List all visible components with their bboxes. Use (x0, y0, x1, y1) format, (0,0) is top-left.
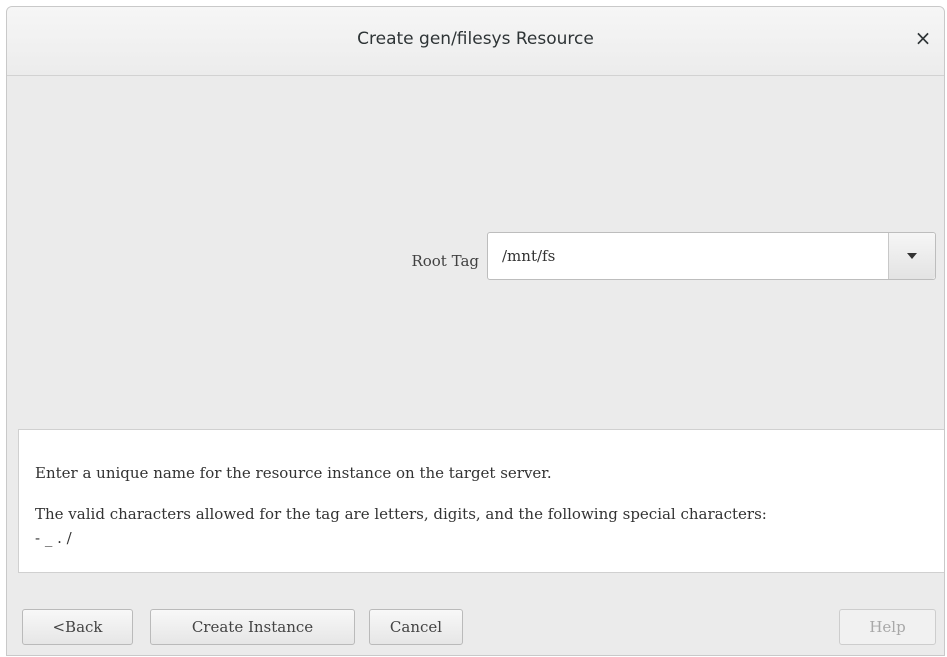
create-resource-dialog: Create gen/filesys Resource × Root Tag /… (6, 6, 945, 656)
help-button[interactable]: Help (839, 609, 936, 645)
create-instance-button[interactable]: Create Instance (150, 609, 355, 645)
title-bar: Create gen/filesys Resource × (7, 7, 944, 76)
back-button[interactable]: <Back (22, 609, 133, 645)
dialog-title: Create gen/filesys Resource (357, 29, 594, 49)
root-tag-value[interactable]: /mnt/fs (502, 247, 555, 265)
info-text-unique-name: Enter a unique name for the resource ins… (35, 464, 552, 482)
close-icon[interactable]: × (912, 27, 934, 49)
cancel-button[interactable]: Cancel (369, 609, 463, 645)
info-panel: Enter a unique name for the resource ins… (18, 429, 944, 573)
root-tag-dropdown-button[interactable] (888, 233, 935, 279)
info-text-special-characters: - _ . / (35, 529, 72, 547)
chevron-down-icon (907, 253, 917, 259)
root-tag-label: Root Tag (411, 252, 479, 270)
info-text-valid-characters: The valid characters allowed for the tag… (35, 505, 767, 523)
root-tag-combobox[interactable]: /mnt/fs (487, 232, 936, 280)
